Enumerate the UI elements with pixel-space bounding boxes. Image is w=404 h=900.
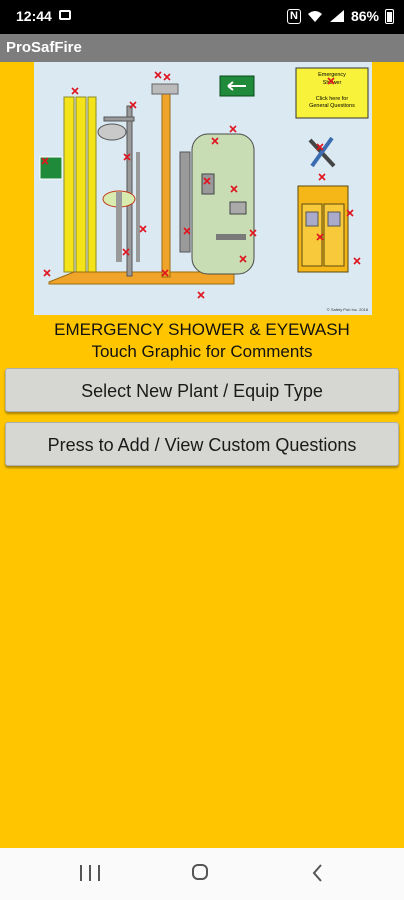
emergency-box-line-4: Click here for (316, 96, 349, 102)
clock: 12:44 (16, 8, 52, 24)
home-icon[interactable] (192, 864, 208, 880)
marker-x-icon (71, 87, 79, 95)
nfc-icon: N (287, 8, 301, 24)
touch-hint: Touch Graphic for Comments (91, 342, 313, 361)
equipment-graphic[interactable]: Emergency Shower Click here for General … (34, 62, 372, 315)
marker-x-icon (139, 225, 147, 233)
copyright-text: © Safety Pub Inc. 2018 (327, 307, 369, 312)
equipment-title: EMERGENCY SHOWER & EYEWASH (54, 320, 350, 339)
emergency-shower-illustration: Emergency Shower Click here for General … (39, 67, 369, 312)
recents-icon[interactable] (80, 865, 100, 883)
app-title: ProSafFire (6, 39, 82, 56)
marker-x-icon (154, 71, 162, 79)
app-bar: ProSafFire (0, 34, 404, 62)
marker-x-icon (318, 173, 326, 181)
wifi-icon (307, 11, 322, 22)
general-questions-box[interactable]: Emergency Shower Click here for General … (295, 67, 369, 119)
equipment-caption: EMERGENCY SHOWER & EYEWASH Touch Graphic… (0, 319, 404, 363)
image-notification-icon (59, 10, 71, 20)
select-plant-button[interactable]: Select New Plant / Equip Type (5, 368, 399, 412)
status-bar: 12:44 N 86% (0, 0, 404, 34)
marker-x-icon (129, 101, 137, 109)
emergency-box-line-5: General Questions (309, 103, 355, 109)
custom-questions-button[interactable]: Press to Add / View Custom Questions (5, 422, 399, 466)
back-icon[interactable] (308, 862, 328, 884)
battery-icon (385, 8, 394, 24)
marker-x-icon (197, 291, 205, 299)
emergency-box-line-1: Emergency (318, 72, 346, 78)
battery-percent: 86% (350, 8, 379, 24)
navigation-bar (0, 848, 404, 900)
marker-x-icon (43, 269, 51, 277)
marker-x-icon (229, 125, 237, 133)
signal-icon (329, 10, 344, 22)
marker-x-icon (163, 73, 171, 81)
marker-x-icon (353, 257, 361, 265)
status-icons: N 86% (287, 8, 394, 24)
